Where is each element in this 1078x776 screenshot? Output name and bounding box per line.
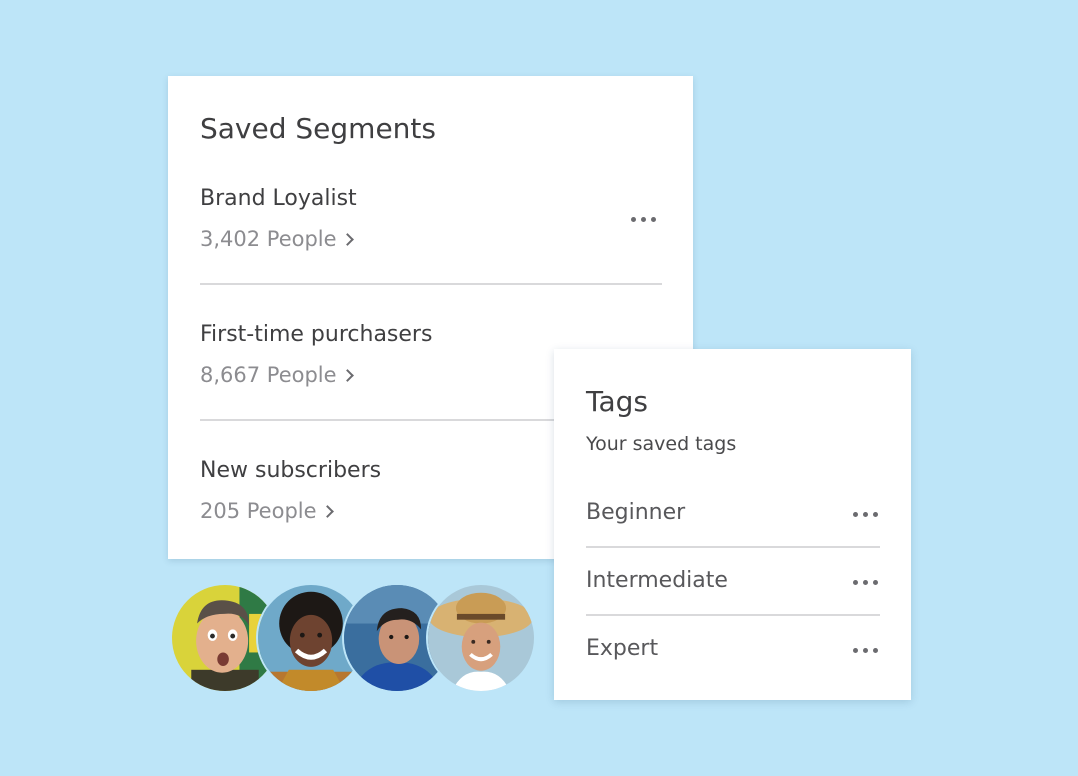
segment-count-link[interactable]: 8,667 People [200,363,354,387]
tag-name: Intermediate [586,568,728,593]
chevron-right-icon [320,505,334,518]
segment-count-text: 8,667 People [200,363,337,387]
tag-name: Expert [586,636,659,661]
divider [586,614,880,616]
segment-name: Brand Loyalist [200,186,357,211]
more-options-icon[interactable] [631,217,656,222]
segment-count-text: 205 People [200,499,317,523]
segment-count-link[interactable]: 205 People [200,499,334,523]
segment-count-text: 3,402 People [200,227,337,251]
more-options-icon[interactable] [853,512,878,517]
segment-name: New subscribers [200,458,382,483]
segment-count-link[interactable]: 3,402 People [200,227,354,251]
avatar-woman-straw-hat [426,583,536,693]
more-options-icon[interactable] [853,580,878,585]
tags-title: Tags [586,385,648,418]
tag-row-intermediate[interactable]: Intermediate [586,568,880,636]
divider [200,283,662,285]
chevron-right-icon [340,369,354,382]
tag-row-expert[interactable]: Expert [586,636,880,704]
saved-segments-title: Saved Segments [200,112,436,145]
divider [586,546,880,548]
more-options-icon[interactable] [853,648,878,653]
segment-name: First-time purchasers [200,322,433,347]
tags-card: Tags Your saved tags Beginner Intermedia… [554,349,911,700]
tag-name: Beginner [586,500,686,525]
tags-subtitle: Your saved tags [586,433,737,455]
avatar-group [170,583,542,695]
tag-row-beginner[interactable]: Beginner [586,500,880,568]
chevron-right-icon [340,233,354,246]
